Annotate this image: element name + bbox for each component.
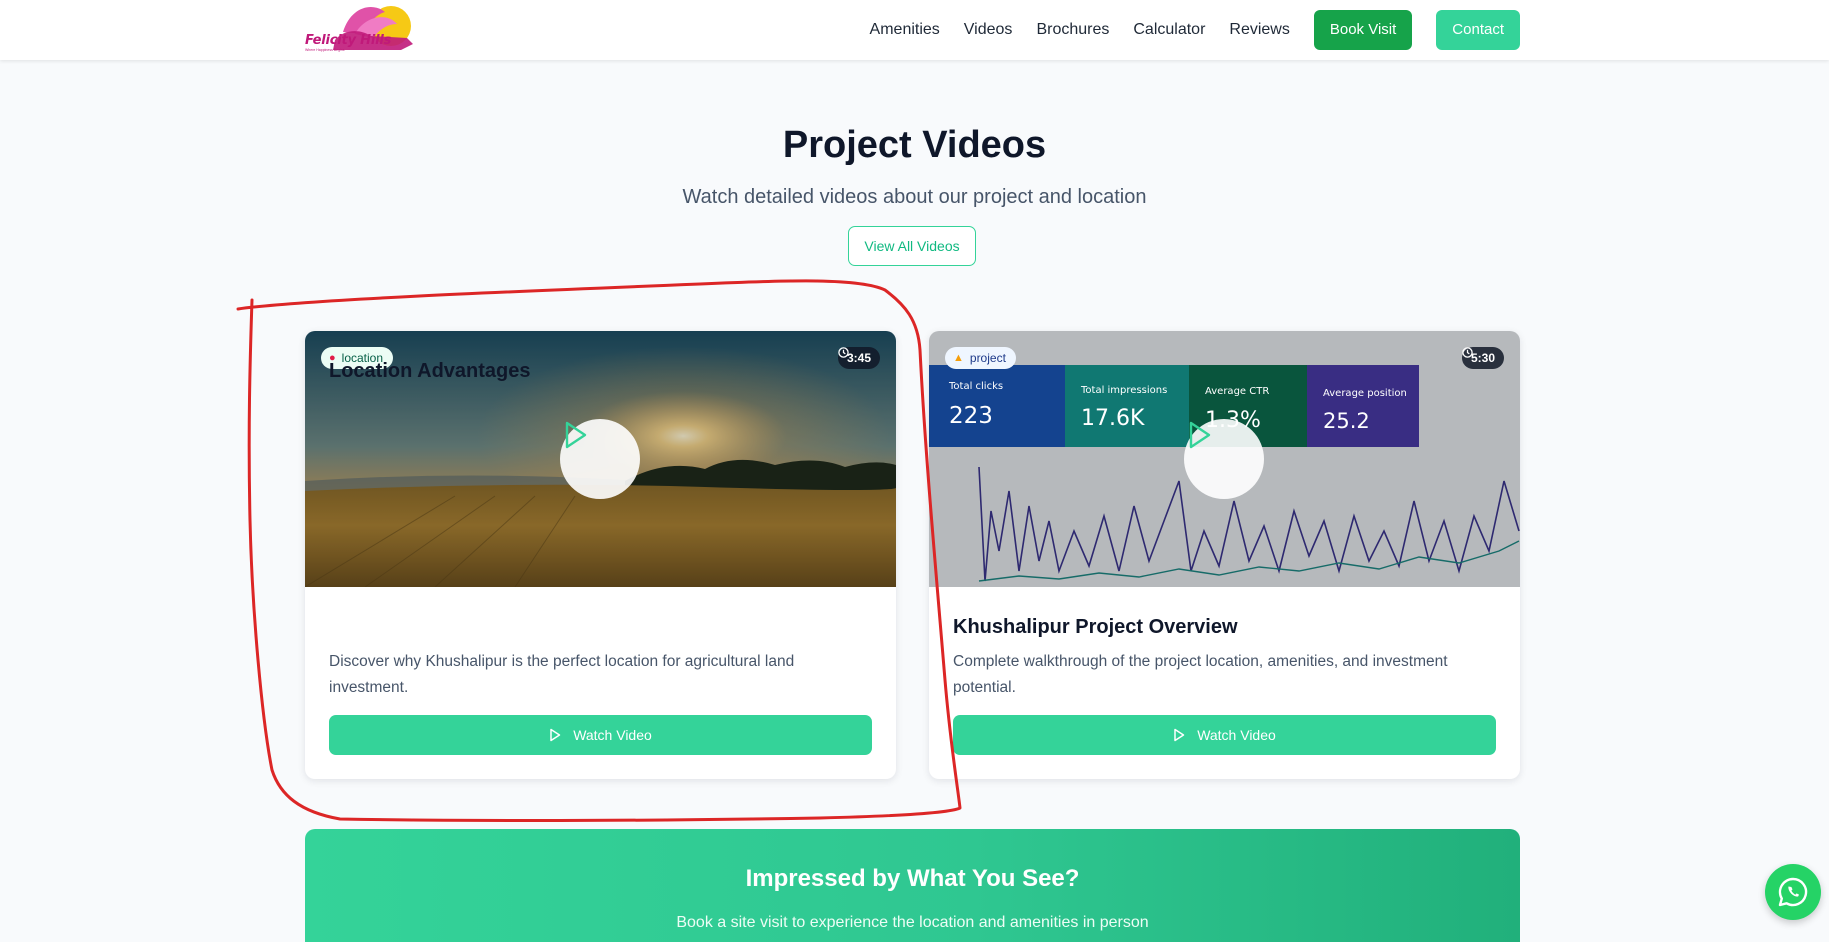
cta-subtitle: Book a site visit to experience the loca… xyxy=(676,914,1149,931)
whatsapp-button[interactable] xyxy=(1765,864,1821,920)
play-icon xyxy=(1174,728,1185,742)
site-header: Felicity Hills Where Happiness Begins Am… xyxy=(0,0,1829,60)
video-title: Khushalipur Project Overview xyxy=(953,616,1238,638)
metric-label: Total clicks xyxy=(948,381,1003,392)
construction-icon: ▲ xyxy=(953,352,964,364)
section-title: Project Videos xyxy=(782,124,1047,166)
metric-label: Average position xyxy=(1323,388,1407,399)
cta-banner: Impressed by What You See? Book a site v… xyxy=(305,829,1520,942)
category-label: project xyxy=(969,351,1006,365)
metric-value: 17.6K xyxy=(1081,406,1145,431)
nav-brochures[interactable]: Brochures xyxy=(1036,21,1109,39)
video-card-location[interactable]: ● location 3:45 Location Advantages Disc… xyxy=(305,331,896,779)
book-visit-button[interactable]: Book Visit xyxy=(1313,10,1413,50)
metric-value: 223 xyxy=(949,403,993,429)
video-title: Location Advantages xyxy=(329,360,531,382)
watch-video-label: Watch Video xyxy=(1197,727,1276,743)
logo-text: Felicity Hills xyxy=(305,33,392,48)
play-button[interactable] xyxy=(1184,419,1264,499)
clock-icon xyxy=(1462,347,1473,358)
metric-label: Average CTR xyxy=(1205,386,1269,397)
video-description: Complete walkthrough of the project loca… xyxy=(953,653,1448,696)
whatsapp-icon xyxy=(1778,877,1808,907)
category-badge: ▲ project xyxy=(945,347,1016,369)
watch-video-label: Watch Video xyxy=(573,727,652,743)
nav-reviews[interactable]: Reviews xyxy=(1229,21,1289,39)
contact-button[interactable]: Contact xyxy=(1436,10,1520,50)
video-thumbnail[interactable]: Total clicks 223 Total impressions 17.6K… xyxy=(929,331,1520,587)
main-nav: Amenities Videos Brochures Calculator Re… xyxy=(870,10,1520,50)
duration-badge: 3:45 xyxy=(837,347,880,369)
clock-icon xyxy=(838,347,849,358)
section-subtitle: Watch detailed videos about our project … xyxy=(682,186,1147,208)
watch-video-button[interactable]: Watch Video xyxy=(953,715,1496,755)
duration-badge: 5:30 xyxy=(1461,347,1504,369)
view-all-videos-button[interactable]: View All Videos xyxy=(848,226,976,266)
cta-title: Impressed by What You See? xyxy=(745,865,1080,892)
logo[interactable]: Felicity Hills Where Happiness Begins xyxy=(303,2,419,56)
play-icon xyxy=(550,728,561,742)
video-card-project[interactable]: Total clicks 223 Total impressions 17.6K… xyxy=(929,331,1520,779)
play-icon xyxy=(565,421,587,449)
metric-value: 25.2 xyxy=(1323,409,1370,433)
watch-video-button[interactable]: Watch Video xyxy=(329,715,872,755)
logo-tagline: Where Happiness Begins xyxy=(305,48,345,52)
play-icon xyxy=(1189,421,1211,449)
nav-calculator[interactable]: Calculator xyxy=(1133,21,1205,39)
nav-amenities[interactable]: Amenities xyxy=(870,21,940,39)
play-button[interactable] xyxy=(560,419,640,499)
duration-label: 3:45 xyxy=(846,351,871,365)
duration-label: 5:30 xyxy=(1470,351,1495,365)
metric-label: Total impressions xyxy=(1080,385,1167,396)
video-description: Discover why Khushalipur is the perfect … xyxy=(329,653,795,696)
nav-videos[interactable]: Videos xyxy=(964,21,1013,39)
